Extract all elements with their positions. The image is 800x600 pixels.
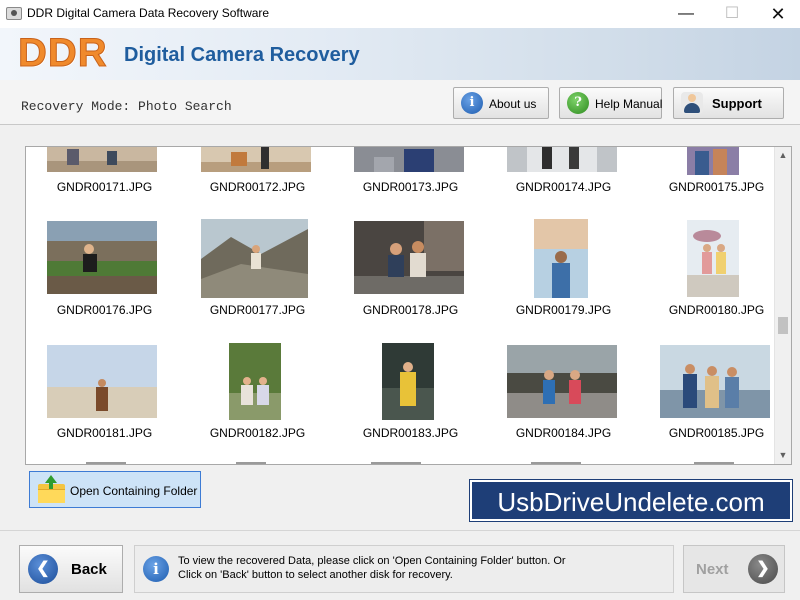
scrollbar-thumb[interactable] bbox=[778, 317, 788, 334]
photo-thumbnail[interactable] bbox=[354, 221, 464, 294]
next-button[interactable]: Next ❯ bbox=[683, 545, 785, 593]
info-icon: i bbox=[143, 556, 169, 582]
photo-thumbnail[interactable] bbox=[534, 219, 588, 298]
photo-filename: GNDR00175.JPG bbox=[668, 180, 765, 194]
info-icon: i bbox=[461, 92, 483, 114]
photo-filename: GNDR00172.JPG bbox=[209, 180, 306, 194]
photo-filename: GNDR00183.JPG bbox=[362, 426, 459, 440]
support-button[interactable]: Support bbox=[673, 87, 784, 119]
instruction-text: To view the recovered Data, please click… bbox=[178, 554, 566, 582]
window-title: DDR Digital Camera Data Recovery Softwar… bbox=[27, 6, 270, 20]
photo-thumbnail[interactable] bbox=[660, 345, 770, 418]
photo-filename: GNDR00178.JPG bbox=[362, 303, 459, 317]
photo-thumbnail[interactable] bbox=[694, 462, 734, 464]
scroll-down-arrow-icon[interactable]: ▼ bbox=[775, 447, 791, 464]
photo-thumbnail[interactable] bbox=[354, 147, 464, 172]
photo-thumbnail[interactable] bbox=[507, 147, 617, 172]
app-title: Digital Camera Recovery bbox=[124, 44, 360, 66]
photo-filename: GNDR00179.JPG bbox=[515, 303, 612, 317]
toolbar: Recovery Mode: Photo Search i About us ?… bbox=[0, 80, 800, 125]
photo-thumbnail[interactable] bbox=[86, 462, 126, 464]
photo-thumbnail[interactable] bbox=[531, 462, 581, 464]
recovery-mode-label: Recovery Mode: Photo Search bbox=[21, 99, 232, 114]
recovered-photo-gallery[interactable]: GNDR00171.JPG GNDR00172.JPG GNDR00173.JP… bbox=[25, 146, 792, 465]
photo-filename: GNDR00174.JPG bbox=[515, 180, 612, 194]
photo-thumbnail[interactable] bbox=[382, 343, 434, 420]
photo-thumbnail[interactable] bbox=[687, 147, 739, 175]
photo-filename: GNDR00180.JPG bbox=[668, 303, 765, 317]
next-label: Next bbox=[696, 561, 729, 578]
photo-filename: GNDR00171.JPG bbox=[56, 180, 153, 194]
photo-filename: GNDR00177.JPG bbox=[209, 303, 306, 317]
close-button[interactable]: ✕ bbox=[755, 0, 800, 28]
photo-thumbnail[interactable] bbox=[687, 220, 739, 297]
open-folder-label: Open Containing Folder bbox=[70, 484, 198, 498]
photo-filename: GNDR00173.JPG bbox=[362, 180, 459, 194]
photo-thumbnail[interactable] bbox=[47, 147, 157, 172]
photo-thumbnail[interactable] bbox=[201, 147, 311, 172]
photo-thumbnail[interactable] bbox=[229, 343, 281, 420]
scroll-up-arrow-icon[interactable]: ▲ bbox=[775, 147, 791, 164]
photo-filename: GNDR00181.JPG bbox=[56, 426, 153, 440]
photo-thumbnail[interactable] bbox=[201, 219, 308, 298]
photo-thumbnail[interactable] bbox=[47, 345, 157, 418]
photo-filename: GNDR00176.JPG bbox=[56, 303, 153, 317]
open-containing-folder-button[interactable]: Open Containing Folder bbox=[29, 471, 201, 508]
instruction-panel: i To view the recovered Data, please cli… bbox=[134, 545, 674, 593]
back-label: Back bbox=[71, 561, 107, 578]
about-us-button[interactable]: i About us bbox=[453, 87, 549, 119]
maximize-button[interactable]: ☐ bbox=[709, 0, 755, 28]
ddr-logo: DDR bbox=[18, 31, 108, 76]
photo-filename: GNDR00182.JPG bbox=[209, 426, 306, 440]
folder-icon bbox=[38, 475, 65, 503]
photo-thumbnail[interactable] bbox=[371, 462, 421, 464]
bottom-navigation-bar: ❮ Back i To view the recovered Data, ple… bbox=[0, 530, 800, 600]
person-icon bbox=[681, 92, 703, 114]
photo-filename: GNDR00185.JPG bbox=[668, 426, 765, 440]
help-manual-button[interactable]: ? Help Manual bbox=[559, 87, 662, 119]
photo-thumbnail[interactable] bbox=[47, 221, 157, 294]
instruction-line-2: Click on 'Back' button to select another… bbox=[178, 569, 453, 581]
back-button[interactable]: ❮ Back bbox=[19, 545, 123, 593]
photo-filename: GNDR00184.JPG bbox=[515, 426, 612, 440]
back-arrow-icon: ❮ bbox=[28, 554, 58, 584]
photo-thumbnail[interactable] bbox=[236, 462, 266, 464]
minimize-button[interactable]: — bbox=[663, 0, 709, 28]
help-manual-label: Help Manual bbox=[595, 97, 663, 111]
photo-thumbnail[interactable] bbox=[507, 345, 617, 418]
support-label: Support bbox=[712, 96, 762, 111]
usbdriveundelete-banner: UsbDriveUndelete.com bbox=[469, 479, 793, 522]
app-camera-icon bbox=[6, 7, 22, 20]
app-header: DDR Digital Camera Recovery bbox=[0, 28, 800, 80]
next-arrow-icon: ❯ bbox=[748, 554, 778, 584]
question-icon: ? bbox=[567, 92, 589, 114]
instruction-line-1: To view the recovered Data, please click… bbox=[178, 555, 566, 567]
gallery-scrollbar[interactable]: ▲ ▼ bbox=[774, 147, 791, 464]
title-bar: DDR Digital Camera Data Recovery Softwar… bbox=[0, 0, 800, 28]
about-us-label: About us bbox=[489, 97, 537, 111]
